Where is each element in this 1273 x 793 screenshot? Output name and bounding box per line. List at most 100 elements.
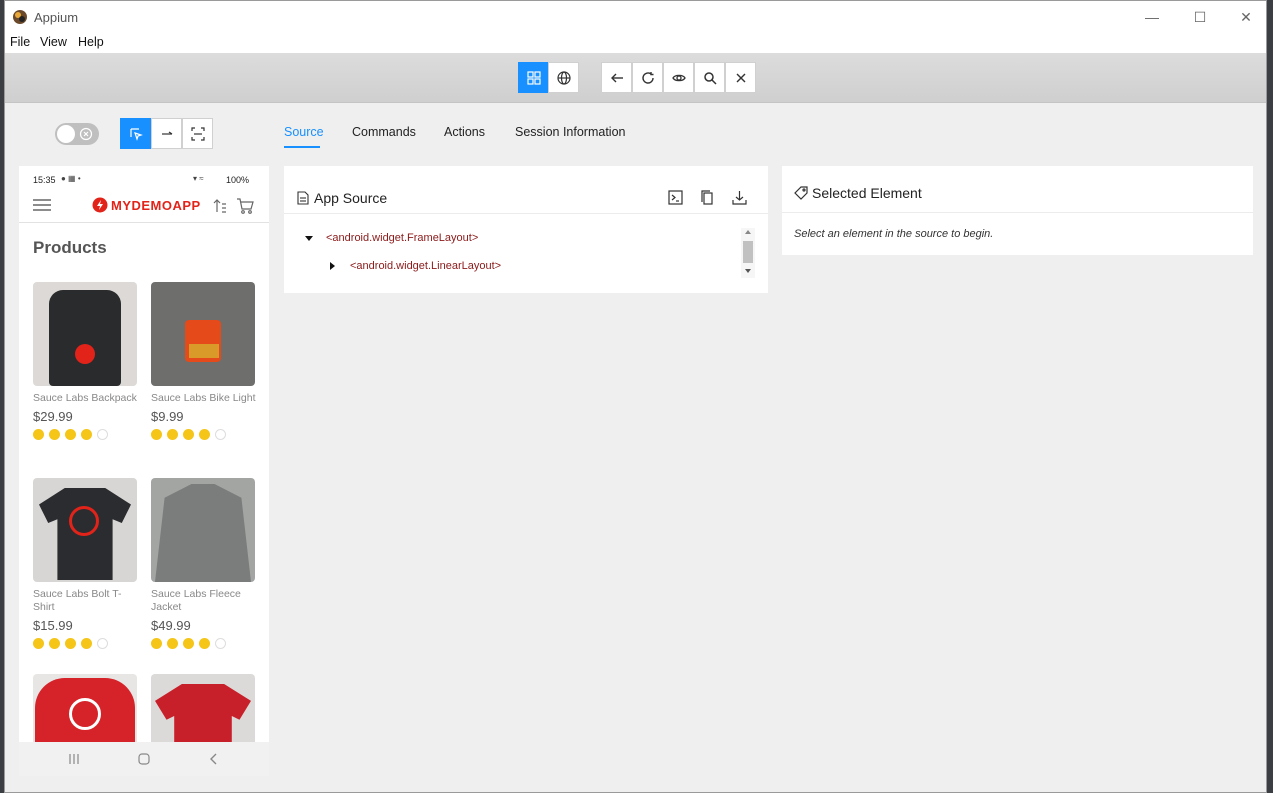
products-title: Products <box>33 238 107 257</box>
native-app-mode-button[interactable] <box>518 62 549 93</box>
star-filled-icon[interactable] <box>65 638 76 649</box>
star-filled-icon[interactable] <box>33 638 44 649</box>
maximize-button[interactable]: ☐ <box>1177 5 1223 29</box>
minimize-button[interactable]: — <box>1129 5 1175 29</box>
download-icon[interactable] <box>732 190 747 205</box>
selected-element-hint: Select an element in the source to begin… <box>794 228 994 240</box>
grid-icon <box>526 70 541 85</box>
star-filled-icon[interactable] <box>65 429 76 440</box>
window-title: Appium <box>34 10 79 25</box>
star-empty-icon[interactable] <box>97 429 108 440</box>
appium-logo-icon <box>13 10 27 24</box>
search-button[interactable] <box>694 62 725 93</box>
source-panel-divider <box>284 213 768 214</box>
star-empty-icon[interactable] <box>215 429 226 440</box>
rating-stars <box>151 638 256 649</box>
product-price: $9.99 <box>151 409 184 424</box>
terminal-icon[interactable] <box>668 190 683 205</box>
star-filled-icon[interactable] <box>167 638 178 649</box>
recent-apps-icon[interactable] <box>67 752 81 766</box>
product-card[interactable]: Sauce Labs Bolt T-Shirt $15.99 <box>33 478 138 649</box>
selected-element-panel: Selected Element Select an element in th… <box>782 166 1253 255</box>
product-price: $49.99 <box>151 618 191 633</box>
scroll-up-icon[interactable] <box>745 230 751 234</box>
star-filled-icon[interactable] <box>49 638 60 649</box>
caret-right-icon[interactable] <box>330 262 335 270</box>
source-tree-scrollbar[interactable] <box>741 228 755 278</box>
refresh-button[interactable] <box>632 62 663 93</box>
scan-frame-icon <box>190 126 205 141</box>
toggle-visibility-button[interactable] <box>663 62 694 93</box>
rating-stars <box>33 429 138 440</box>
app-logo: MYDEMOAPP <box>92 196 201 214</box>
quit-session-button[interactable] <box>725 62 756 93</box>
app-source-title: App Source <box>314 190 388 206</box>
arrow-left-icon <box>610 73 623 82</box>
screenshot-toggle[interactable] <box>55 123 99 145</box>
product-name: Sauce Labs Fleece Jacket <box>151 588 241 613</box>
status-notification-icons: ● ▦ • <box>61 174 81 183</box>
star-filled-icon[interactable] <box>167 429 178 440</box>
menu-icon <box>33 199 51 211</box>
product-name: Sauce Labs Backpack <box>33 392 137 404</box>
menu-file[interactable]: File <box>10 35 30 49</box>
star-filled-icon[interactable] <box>49 429 60 440</box>
product-card[interactable]: Sauce Labs Bike Light $9.99 <box>151 282 256 440</box>
rating-stars <box>151 429 256 440</box>
status-battery: 100% <box>226 175 250 185</box>
star-filled-icon[interactable] <box>33 429 44 440</box>
scrollbar-thumb[interactable] <box>743 241 753 263</box>
device-screenshot[interactable]: 15:35 ● ▦ • ▾ ≈ 100% MYDEMOAPP Products … <box>19 166 269 776</box>
back-nav-icon[interactable] <box>207 752 221 766</box>
web-mode-button[interactable] <box>548 62 579 93</box>
star-empty-icon[interactable] <box>97 638 108 649</box>
home-icon[interactable] <box>137 752 151 766</box>
scroll-down-icon[interactable] <box>745 269 751 273</box>
menu-view[interactable]: View <box>40 35 67 49</box>
product-image-backpack <box>33 282 137 386</box>
star-filled-icon[interactable] <box>183 429 194 440</box>
product-name: Sauce Labs Bike Light <box>151 392 256 404</box>
tab-session-information[interactable]: Session Information <box>515 125 625 139</box>
cart-icon <box>237 198 254 214</box>
tab-source[interactable]: Source <box>284 125 324 139</box>
tree-node-framelayout[interactable]: <android.widget.FrameLayout> <box>326 232 478 244</box>
star-filled-icon[interactable] <box>151 429 162 440</box>
caret-down-icon[interactable] <box>305 236 313 241</box>
rating-stars <box>33 638 138 649</box>
app-header: MYDEMOAPP <box>19 190 269 222</box>
star-filled-icon[interactable] <box>199 429 210 440</box>
close-circle-icon <box>79 127 93 141</box>
toggle-knob <box>57 125 75 143</box>
tab-actions[interactable]: Actions <box>444 125 485 139</box>
product-card[interactable]: Sauce Labs Fleece Jacket $49.99 <box>151 478 256 649</box>
star-filled-icon[interactable] <box>81 429 92 440</box>
product-image-fleece-jacket <box>151 478 255 582</box>
select-elements-button[interactable] <box>120 118 151 149</box>
app-logo-text: MYDEMOAPP <box>111 197 201 213</box>
status-time: 15:35 <box>33 175 56 185</box>
star-filled-icon[interactable] <box>151 638 162 649</box>
menu-help[interactable]: Help <box>78 35 104 49</box>
product-card[interactable]: Sauce Labs Backpack $29.99 <box>33 282 138 440</box>
active-tab-indicator <box>284 146 320 148</box>
star-empty-icon[interactable] <box>215 638 226 649</box>
file-icon <box>297 191 309 205</box>
status-signal-icons: ▾ ≈ <box>193 174 204 183</box>
close-window-button[interactable]: ✕ <box>1223 5 1266 29</box>
tap-coordinates-button[interactable] <box>182 118 213 149</box>
swipe-arrow-icon <box>161 131 172 135</box>
product-price: $15.99 <box>33 618 73 633</box>
star-filled-icon[interactable] <box>81 638 92 649</box>
copy-icon[interactable] <box>700 190 715 205</box>
tree-node-linearlayout[interactable]: <android.widget.LinearLayout> <box>350 260 501 272</box>
star-filled-icon[interactable] <box>199 638 210 649</box>
tab-commands[interactable]: Commands <box>352 125 416 139</box>
globe-icon <box>556 70 571 85</box>
star-filled-icon[interactable] <box>183 638 194 649</box>
back-button[interactable] <box>601 62 632 93</box>
tag-icon <box>794 186 808 200</box>
inspector-toolbar <box>5 53 1266 103</box>
device-nav-bar <box>19 742 269 776</box>
swipe-mode-button[interactable] <box>151 118 182 149</box>
